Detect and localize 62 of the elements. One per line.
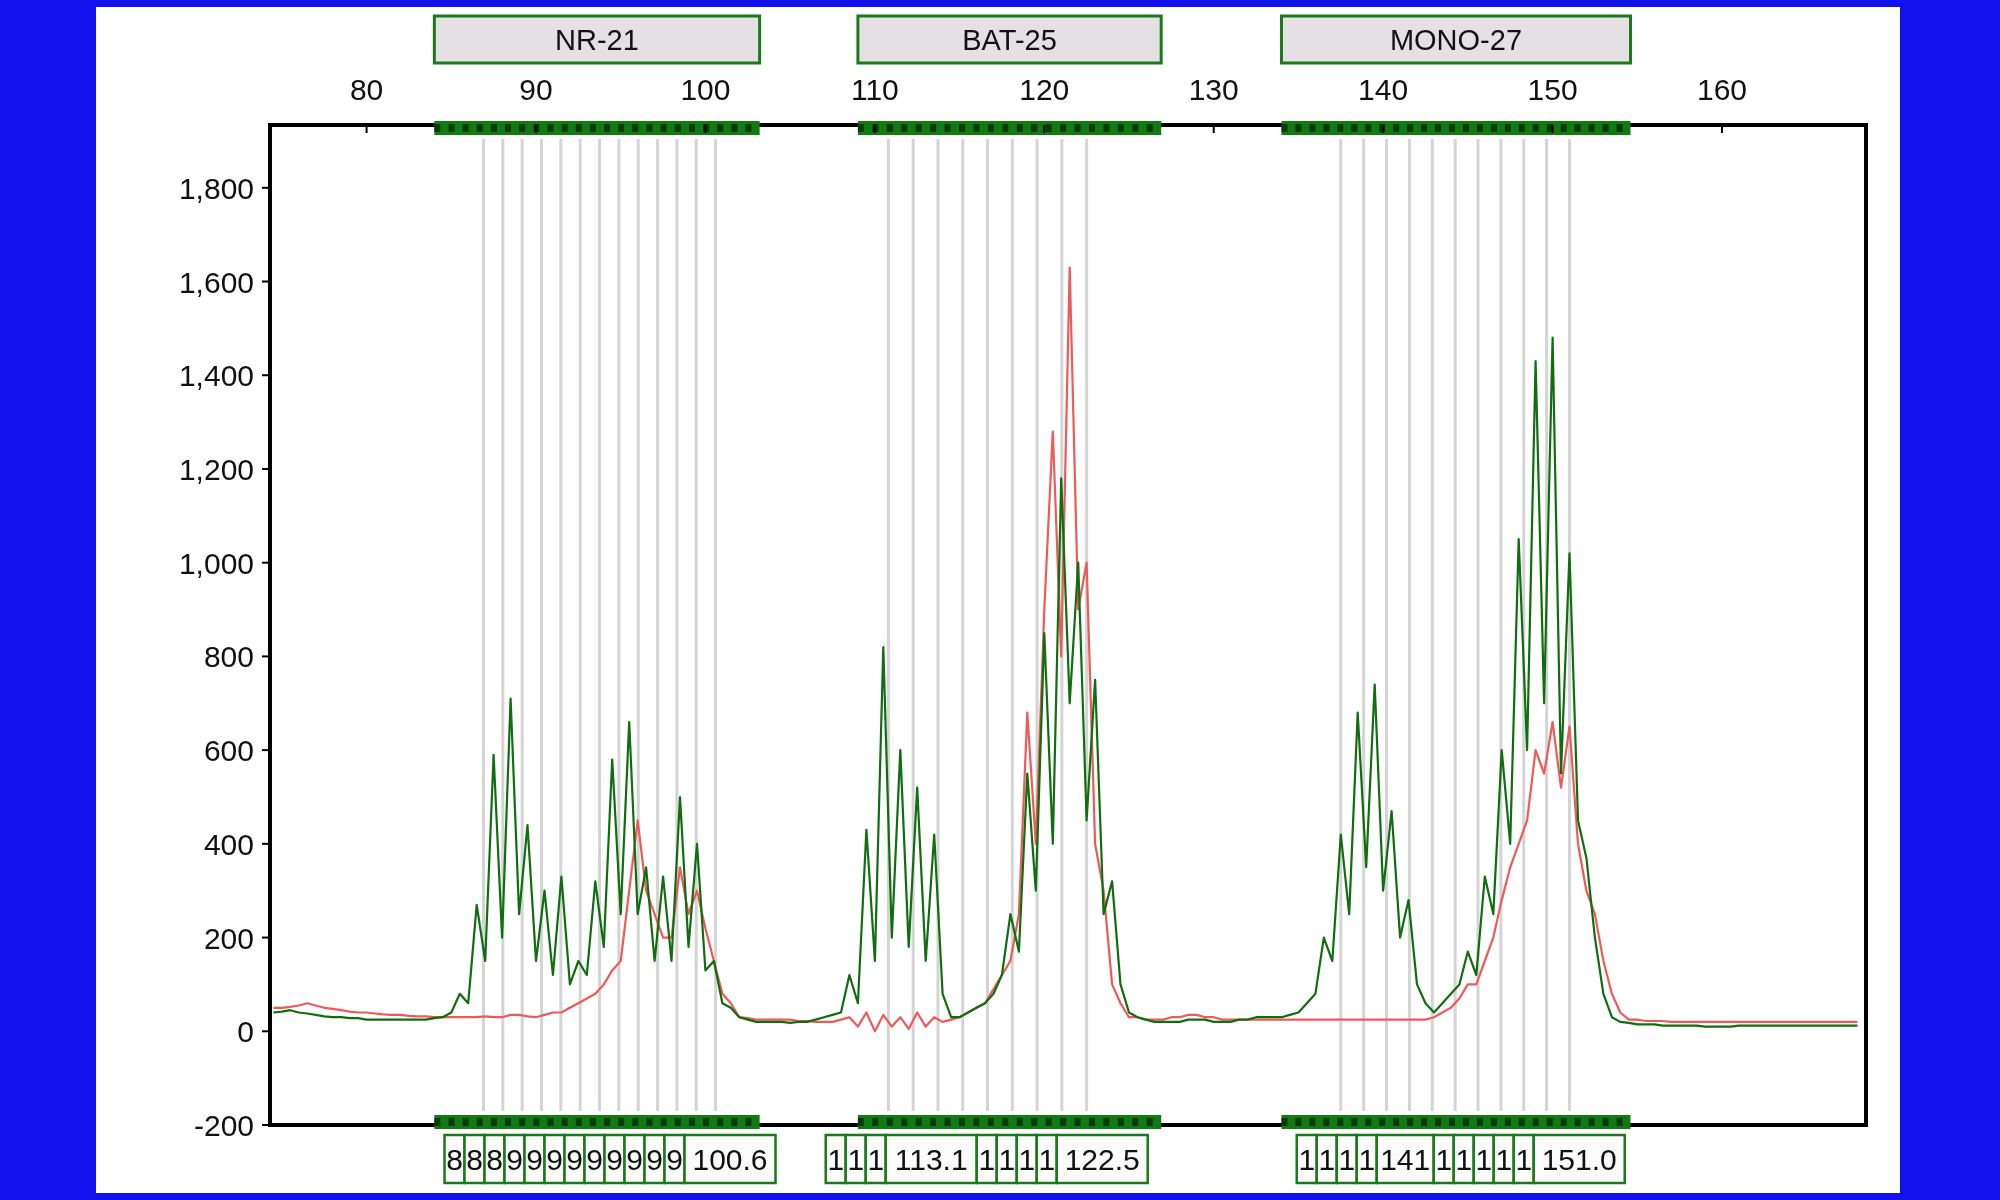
y-axis-label: 1,800 (178, 171, 254, 205)
axis-tick (1382, 124, 1385, 134)
x-axis-label: 100 (680, 73, 731, 106)
y-axis-label: 800 (203, 640, 254, 674)
y-axis-label: 1,400 (178, 359, 254, 393)
allele-label: 1 (1035, 1133, 1058, 1185)
allele-label: 9 (543, 1133, 566, 1185)
allele-label: 9 (663, 1133, 686, 1185)
y-axis-label: 400 (203, 827, 254, 861)
x-axis-label: 150 (1527, 73, 1578, 106)
allele-label: 1 (1015, 1133, 1038, 1185)
allele-label: 1 (1472, 1133, 1495, 1185)
allele-label: 1 (864, 1133, 887, 1185)
allele-label: 113.1 (884, 1133, 978, 1185)
allele-label: 8 (483, 1133, 506, 1185)
allele-label: 1 (824, 1133, 847, 1185)
x-axis-label: 160 (1696, 73, 1747, 106)
bin-label: MONO-27 (1280, 14, 1632, 65)
x-axis-label: 130 (1188, 73, 1239, 106)
allele-label: 1 (1432, 1133, 1455, 1185)
x-axis-label: 140 (1358, 73, 1409, 106)
x-axis-label: 110 (850, 73, 899, 106)
allele-label: 1 (1295, 1133, 1318, 1185)
allele-label: 9 (523, 1133, 546, 1185)
y-axis-label: 0 (237, 1015, 254, 1049)
allele-label: 9 (503, 1133, 526, 1185)
allele-label: 1 (1512, 1133, 1535, 1185)
allele-label: 141 (1375, 1133, 1435, 1185)
allele-label: 9 (583, 1133, 606, 1185)
y-axis-label: 600 (203, 734, 254, 768)
y-axis-label: 200 (203, 921, 254, 955)
axis-tick (535, 124, 537, 134)
allele-label: 151.0 (1532, 1133, 1626, 1185)
bin-label: NR-21 (432, 14, 762, 65)
bin-label: BAT-25 (856, 14, 1163, 65)
allele-label: 1 (1452, 1133, 1475, 1185)
y-axis-label: 1,600 (178, 265, 254, 299)
allele-label: 100.6 (683, 1133, 777, 1185)
x-axis-label: 80 (349, 73, 384, 106)
axis-tick (1551, 124, 1554, 134)
x-axis-label: 90 (519, 73, 553, 106)
axis-tick (873, 124, 876, 134)
allele-label: 1 (1335, 1133, 1358, 1185)
allele-label: 9 (603, 1133, 626, 1185)
y-axis-label: 1,000 (178, 546, 254, 580)
allele-label: 9 (643, 1133, 666, 1185)
y-axis-label: 1,200 (178, 452, 254, 486)
allele-label: 9 (563, 1133, 586, 1185)
axis-tick (1043, 124, 1046, 134)
allele-label: 1 (844, 1133, 867, 1185)
allele-label: 1 (1492, 1133, 1515, 1185)
allele-label: 1 (1315, 1133, 1338, 1185)
allele-label: 122.5 (1055, 1133, 1149, 1185)
allele-label: 1 (975, 1133, 998, 1185)
allele-label: 1 (995, 1133, 1018, 1185)
allele-label: 9 (623, 1133, 646, 1185)
allele-label: 8 (443, 1133, 466, 1185)
allele-label: 1 (1355, 1133, 1378, 1185)
axis-tick (704, 124, 707, 134)
allele-label: 8 (463, 1133, 486, 1185)
x-axis-label: 120 (1019, 73, 1070, 106)
y-axis-label: -200 (193, 1109, 254, 1142)
